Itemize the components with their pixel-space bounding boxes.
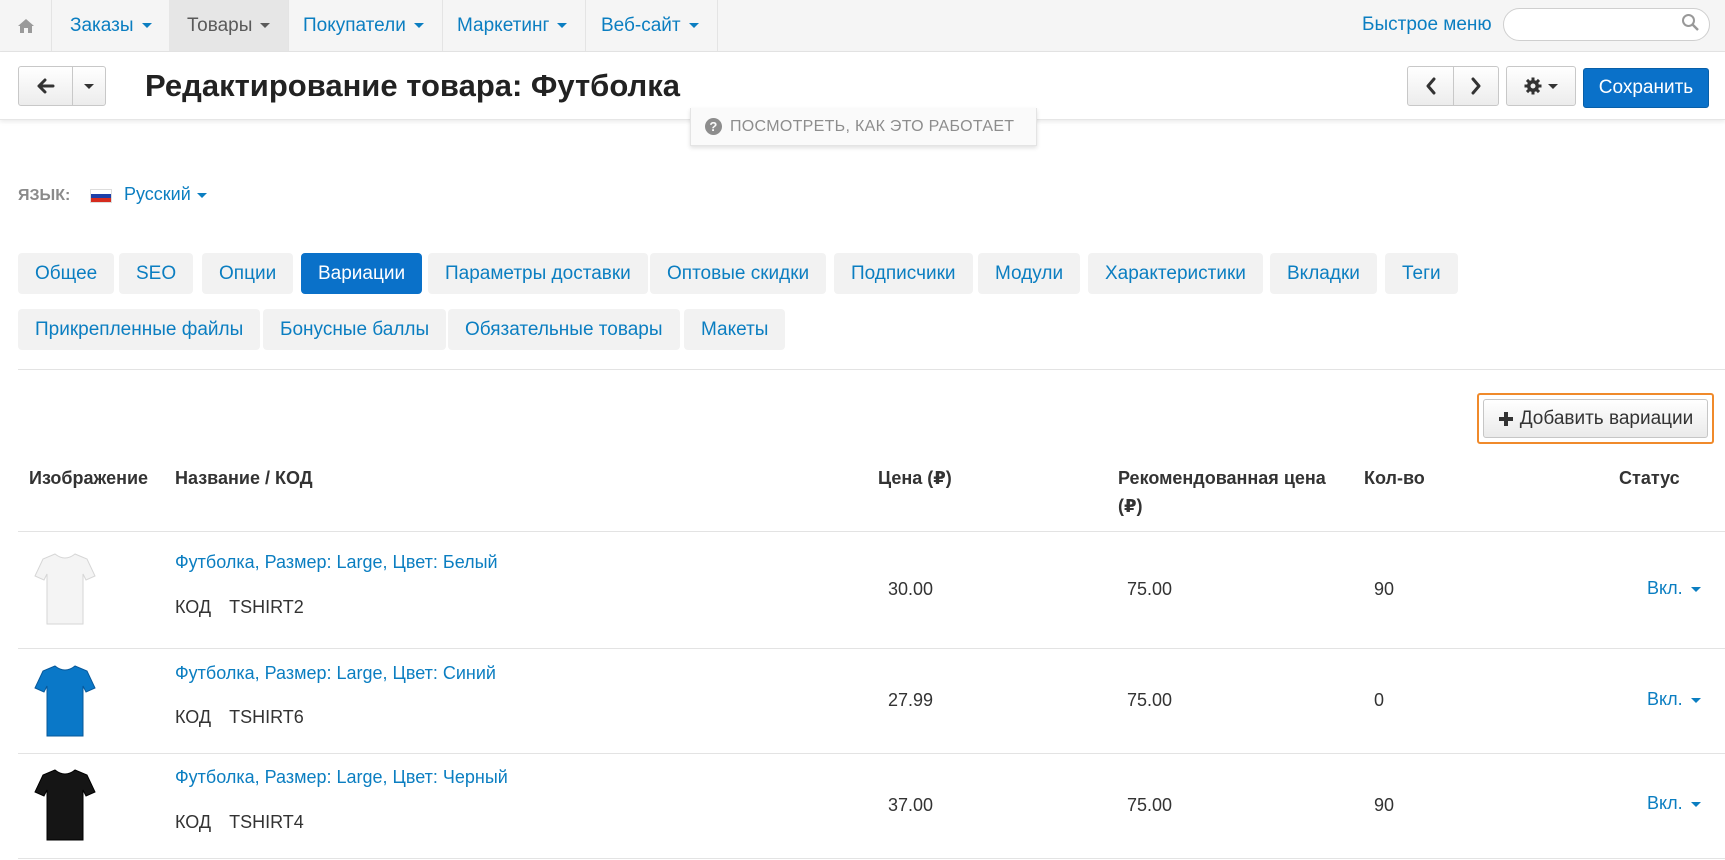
tshirt-black-image [34,769,96,841]
nav-products[interactable]: Товары [169,0,290,51]
search-input[interactable] [1503,8,1710,41]
table-divider [18,531,1725,532]
search-icon[interactable] [1681,13,1700,32]
caret-down-icon [1548,83,1558,89]
header-image: Изображение [29,468,149,488]
recommended-price-value: 75.00 [1127,795,1173,815]
tab-options[interactable]: Опции [202,253,294,294]
tab-seo[interactable]: SEO [119,253,194,294]
quantity-value: 90 [1374,579,1395,599]
caret-down-icon [84,83,94,89]
how-it-works-label: ПОСМОТРЕТЬ, КАК ЭТО РАБОТАЕТ [730,117,1015,135]
status-dropdown[interactable]: Вкл. [1647,689,1701,710]
tab-addons[interactable]: Модули [978,253,1081,294]
page-title: Редактирование товара: Футболка [145,68,680,103]
quick-menu-link[interactable]: Быстрое меню [1362,14,1492,36]
variation-code: КОД TSHIRT6 [175,707,304,727]
arrow-left-icon [37,78,54,94]
header-recommended-price: Рекомендованная цена (₽) [1118,468,1326,516]
price-value: 37.00 [888,795,934,815]
status-dropdown[interactable]: Вкл. [1647,793,1701,814]
caret-down-icon [1690,801,1701,807]
back-button[interactable] [18,66,73,106]
nav-customers[interactable]: Покупатели [285,0,443,51]
tab-features[interactable]: Характеристики [1088,253,1263,294]
header-price: Цена (₽) [878,468,952,488]
variation-link[interactable]: Футболка, Размер: Large, Цвет: Черный [175,767,508,788]
header-quantity: Кол-во [1364,468,1425,488]
chevron-right-icon [1471,77,1481,95]
tab-required-products[interactable]: Обязательные товары [448,309,680,350]
tshirt-blue-image [34,665,96,737]
caret-down-icon [557,23,568,28]
add-variations-highlight: Добавить вариации [1477,393,1714,444]
language-selector[interactable]: Русский [124,184,207,205]
tab-wholesale-discounts[interactable]: Оптовые скидки [650,253,827,294]
header-status: Статус [1619,468,1680,488]
prev-product-button[interactable] [1407,66,1454,106]
row-divider [18,648,1725,649]
gear-icon [1524,77,1542,95]
status-dropdown[interactable]: Вкл. [1647,578,1701,599]
chevron-left-icon [1426,77,1435,95]
settings-dropdown-button[interactable] [1506,66,1576,106]
variation-code: КОД TSHIRT2 [175,597,304,617]
nav-marketing[interactable]: Маркетинг [439,0,587,51]
caret-down-icon [688,23,699,28]
caret-down-icon [141,23,152,28]
variation-code: КОД TSHIRT4 [175,812,304,832]
caret-down-icon [1690,586,1701,592]
home-button[interactable] [0,0,52,51]
save-button[interactable]: Сохранить [1583,68,1709,108]
tab-product-tabs[interactable]: Вкладки [1270,253,1377,294]
tab-subscribers[interactable]: Подписчики [834,253,973,294]
tshirt-white-image [34,553,96,625]
nav-orders[interactable]: Заказы [52,0,171,51]
price-value: 27.99 [888,690,934,710]
back-dropdown-button[interactable] [72,66,106,106]
home-icon [17,18,34,33]
russia-flag-icon [90,189,112,203]
caret-down-icon [413,23,424,28]
next-product-button[interactable] [1453,66,1499,106]
price-value: 30.00 [888,579,934,599]
question-circle-icon: ? [705,118,722,135]
how-it-works-link[interactable]: ? ПОСМОТРЕТЬ, КАК ЭТО РАБОТАЕТ [690,108,1037,146]
plus-icon [1498,411,1513,426]
recommended-price-value: 75.00 [1127,690,1173,710]
caret-down-icon [196,192,207,198]
caret-down-icon [1690,697,1701,703]
tab-variations[interactable]: Вариации [301,253,423,294]
top-navbar: Заказы Товары Покупатели Маркетинг Веб-с… [0,0,1725,52]
caret-down-icon [260,23,271,28]
recommended-price-value: 75.00 [1127,579,1173,599]
variation-link[interactable]: Футболка, Размер: Large, Цвет: Белый [175,552,498,573]
tab-reward-points[interactable]: Бонусные баллы [263,309,447,350]
quantity-value: 90 [1374,795,1395,815]
header-name-code: Название / КОД [175,468,313,488]
row-divider [18,753,1725,754]
tab-attachments[interactable]: Прикрепленные файлы [18,309,261,350]
tab-tags[interactable]: Теги [1385,253,1458,294]
divider [18,369,1725,370]
tab-general[interactable]: Общее [18,253,115,294]
variation-link[interactable]: Футболка, Размер: Large, Цвет: Синий [175,663,496,684]
nav-website[interactable]: Веб-сайт [583,0,718,51]
add-variations-button[interactable]: Добавить вариации [1483,399,1708,438]
tab-shipping-params[interactable]: Параметры доставки [428,253,648,294]
row-divider [18,858,1725,859]
quantity-value: 0 [1374,690,1385,710]
language-label: ЯЗЫК: [18,187,71,204]
tab-layouts[interactable]: Макеты [684,309,786,350]
